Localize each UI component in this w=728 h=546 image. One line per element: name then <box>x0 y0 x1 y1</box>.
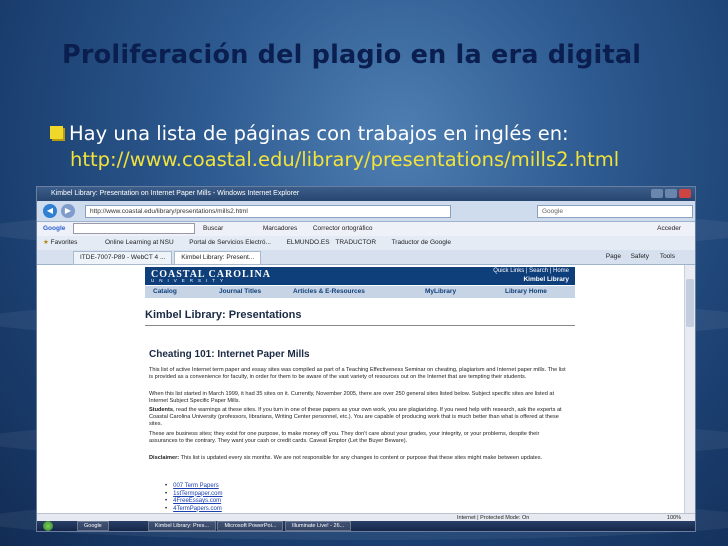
safety-menu[interactable]: Safety <box>631 250 649 264</box>
favorite-item[interactable]: Traductor de Google <box>392 239 451 246</box>
web-page-content: COASTAL CAROLINA UNIVERSITY Quick Links … <box>37 265 685 513</box>
spellcheck-button[interactable]: Corrector ortográfico <box>313 225 373 232</box>
disclaimer-text: This list is updated every six months. W… <box>179 455 543 461</box>
favorite-item[interactable]: Portal de Servicios Electró... <box>189 239 271 246</box>
paragraph-students: Students, read the warnings at these sit… <box>149 407 569 428</box>
minimize-button[interactable] <box>651 189 663 198</box>
close-button[interactable] <box>679 189 691 198</box>
disclaimer-label: Disclaimer: <box>149 455 180 461</box>
favorites-button[interactable]: Favorites <box>51 239 78 246</box>
windows-taskbar: Google Kimbel Library: Pres... Microsoft… <box>37 521 695 531</box>
favorite-item[interactable]: Online Learning at NSU <box>105 239 174 246</box>
google-label: Google <box>43 225 66 232</box>
slide-url-link[interactable]: http://www.coastal.edu/library/presentat… <box>70 148 619 171</box>
site-link[interactable]: 1stTermpaper.com <box>173 491 222 497</box>
scrollbar-thumb[interactable] <box>686 279 694 327</box>
slide-bullet: Hay una lista de páginas con trabajos en… <box>50 122 569 145</box>
maximize-button[interactable] <box>665 189 677 198</box>
favorites-star-icon: ★ <box>43 239 49 246</box>
bullet-text: Hay una lista de páginas con trabajos en… <box>69 122 569 145</box>
students-text: , read the warnings at these sites. If y… <box>149 407 562 427</box>
library-banner: COASTAL CAROLINA UNIVERSITY Quick Links … <box>145 267 575 285</box>
google-search-button[interactable]: Buscar <box>203 225 223 232</box>
bookmarks-button[interactable]: Marcadores <box>263 225 297 232</box>
favorite-item[interactable]: ELMUNDO.ES <box>287 239 330 246</box>
nav-mylibrary[interactable]: MyLibrary <box>425 286 456 298</box>
favorites-bar: ★ Favorites Online Learning at NSU Porta… <box>37 236 695 251</box>
taskbar-item-illuminate[interactable]: Illuminate Live! - 26... <box>284 521 352 531</box>
paper-mill-links: • 007 Term Papers • 1stTermpaper.com • 4Fre… <box>165 483 222 513</box>
taskbar-item-kimbel[interactable]: Kimbel Library: Pres... <box>147 521 216 531</box>
list-item: • 4TermPapers.com <box>165 505 222 512</box>
forward-icon[interactable]: ▶ <box>61 204 75 218</box>
page-menu[interactable]: Page <box>606 250 621 264</box>
paragraph-history: When this list started in March 1999, it… <box>149 391 555 404</box>
tab-kimbel-library[interactable]: Kimbel Library: Present... <box>174 251 262 265</box>
site-link[interactable]: 4TermPapers.com <box>173 506 222 512</box>
nav-journal-titles[interactable]: Journal Titles <box>219 286 261 298</box>
paragraph-disclaimer: Disclaimer: This list is updated every s… <box>149 455 569 462</box>
nav-library-home[interactable]: Library Home <box>505 286 547 298</box>
google-search-box[interactable] <box>73 222 196 234</box>
students-label: Students <box>149 407 173 413</box>
list-item: • 4FreeEssays.com <box>165 498 222 504</box>
slide-title: Proliferación del plagio en la era digit… <box>62 40 642 70</box>
page-heading: Kimbel Library: Presentations <box>145 309 302 321</box>
tab-bar: ITDE-7007-P89 - WebCT 4 ... Kimbel Libra… <box>37 250 695 265</box>
browser-title-bar: Kimbel Library: Presentation on Internet… <box>37 187 695 201</box>
vertical-scrollbar[interactable] <box>684 265 695 513</box>
address-bar-row: ◀ ▶ http://www.coastal.edu/library/prese… <box>37 201 695 222</box>
paragraph-business: These are business sites; they exist for… <box>149 431 540 444</box>
browser-screenshot: Kimbel Library: Presentation on Internet… <box>36 186 696 532</box>
start-button-icon[interactable] <box>43 521 53 531</box>
library-nav: Catalog Journal Titles Articles & E-Reso… <box>145 286 575 298</box>
nav-articles[interactable]: Articles & E-Resources <box>293 286 365 298</box>
address-input[interactable]: http://www.coastal.edu/library/presentat… <box>85 205 451 218</box>
search-input[interactable]: Google <box>537 205 693 218</box>
tools-menu[interactable]: Tools <box>660 250 675 264</box>
list-item: • 007 Term Papers <box>165 483 219 489</box>
favorite-item[interactable]: TRADUCTOR <box>335 239 376 246</box>
university-logo-sub: UNIVERSITY <box>151 278 229 283</box>
back-icon[interactable]: ◀ <box>43 204 57 218</box>
window-title: Kimbel Library: Presentation on Internet… <box>51 190 300 197</box>
taskbar-item-powerpoint[interactable]: Microsoft PowerPoi... <box>217 521 284 531</box>
taskbar-item-google[interactable]: Google <box>77 521 109 531</box>
site-link[interactable]: 007 Term Papers <box>173 483 219 489</box>
list-item: • 1stTermpaper.com <box>165 490 223 497</box>
site-link[interactable]: 4FreeEssays.com <box>173 498 221 504</box>
paragraph-intro: This list of active Internet term paper … <box>149 367 566 380</box>
divider <box>145 325 575 326</box>
bullet-marker-icon <box>50 126 63 139</box>
nav-catalog[interactable]: Catalog <box>153 286 177 298</box>
tab-webct[interactable]: ITDE-7007-P89 - WebCT 4 ... <box>73 251 173 265</box>
google-toolbar: Google Buscar Marcadores Corrector ortog… <box>37 222 695 237</box>
library-name: Kimbel Library <box>523 276 569 283</box>
sign-in-link[interactable]: Acceder <box>657 222 681 236</box>
quick-links[interactable]: Quick Links | Search | Home <box>493 268 569 274</box>
section-heading: Cheating 101: Internet Paper Mills <box>149 349 310 360</box>
